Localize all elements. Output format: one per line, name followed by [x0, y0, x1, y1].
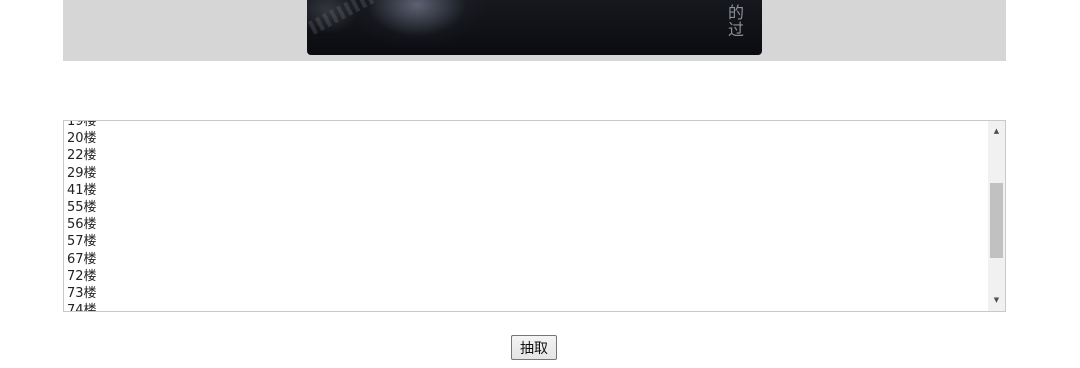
list-item: 67楼: [67, 251, 97, 267]
list-item: 22楼: [67, 148, 97, 164]
list-item: 72楼: [67, 268, 97, 284]
scroll-up-arrow-icon[interactable]: ▲: [988, 123, 1005, 140]
list-item: 74楼: [67, 303, 97, 312]
list-item: 29楼: [67, 165, 97, 181]
list-item: 41楼: [67, 182, 97, 198]
scroll-thumb[interactable]: [990, 183, 1003, 258]
floor-list-content: 19楼 20楼 22楼 29楼 41楼 55楼 56楼 57楼 67楼 72楼 …: [67, 120, 987, 312]
banner: 的过: [63, 0, 1006, 61]
list-item: 19楼: [67, 120, 97, 129]
list-item: 20楼: [67, 131, 97, 147]
floor-list-textarea[interactable]: 19楼 20楼 22楼 29楼 41楼 55楼 56楼 57楼 67楼 72楼 …: [63, 120, 1006, 312]
banner-image: 的过: [307, 0, 762, 55]
draw-button[interactable]: 抽取: [511, 335, 557, 360]
vertical-scrollbar[interactable]: ▲ ▼: [988, 121, 1005, 311]
list-item: 57楼: [67, 234, 97, 250]
scroll-down-arrow-icon[interactable]: ▼: [988, 292, 1005, 309]
banner-caption: 的过: [725, 4, 744, 38]
list-item: 55楼: [67, 200, 97, 216]
list-item: 73楼: [67, 286, 97, 302]
page: 的过 19楼 20楼 22楼 29楼 41楼 55楼 56楼 57楼 67楼 7…: [0, 0, 1080, 368]
banner-decoration: [307, 0, 377, 35]
list-item: 56楼: [67, 217, 97, 233]
